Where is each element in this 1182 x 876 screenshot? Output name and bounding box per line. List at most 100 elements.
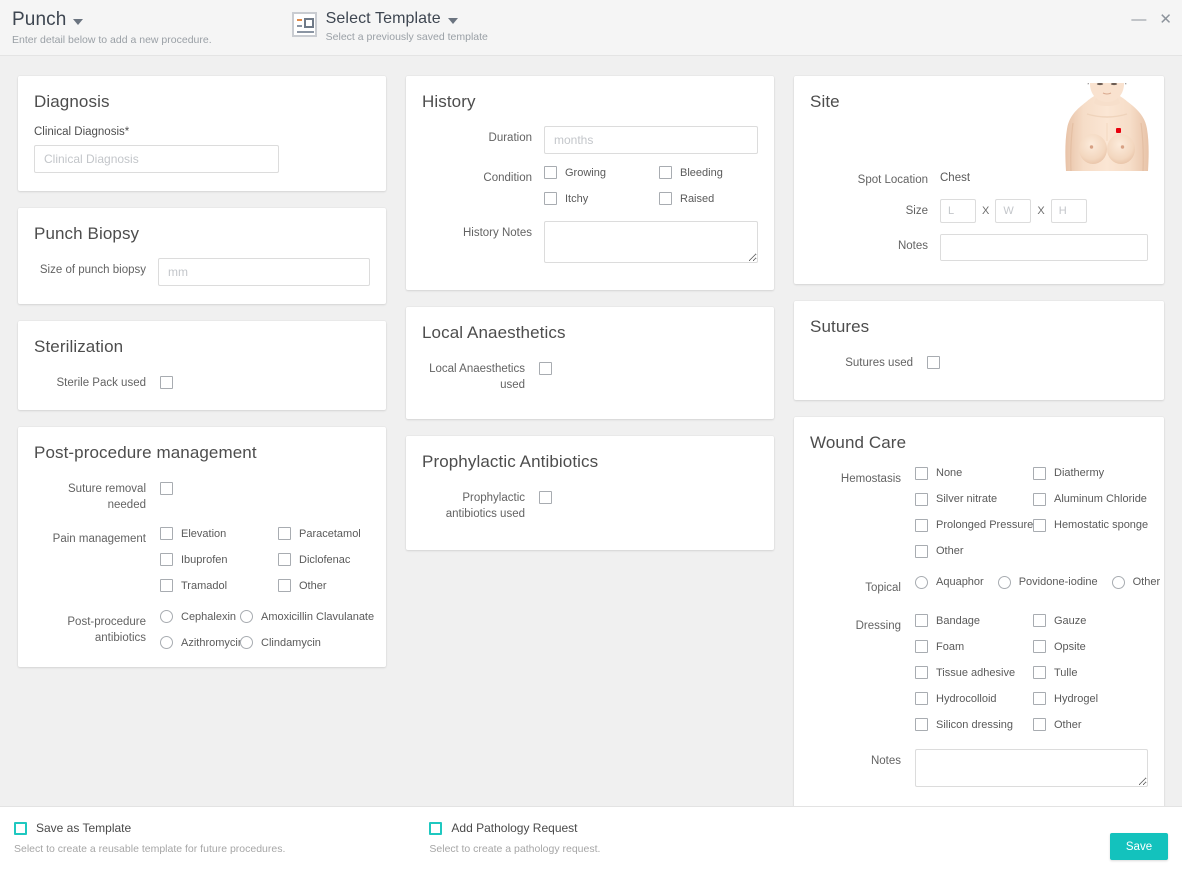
hemostasis-silver-nitrate-checkbox[interactable] [915,492,928,506]
checkbox-option[interactable]: Diclofenac [278,553,370,567]
checkbox-option[interactable]: Hydrogel [1033,692,1148,706]
female-torso-body-map[interactable] [1064,61,1150,172]
checkbox-option[interactable]: Silicon dressing [915,718,1033,732]
dressing-hydrocolloid-checkbox[interactable] [915,692,928,706]
history-notes-textarea[interactable] [544,221,758,263]
radio-option[interactable]: Povidone-iodine [997,575,1098,589]
hemostasis-none-checkbox[interactable] [915,466,928,480]
checkbox-option[interactable]: Tramadol [160,579,278,593]
checkbox-option[interactable]: Prolonged Pressure [915,518,1033,532]
checkbox-option[interactable]: Opsite [1033,640,1148,654]
dressing-foam-checkbox[interactable] [915,640,928,654]
duration-input[interactable] [544,126,758,154]
prophylactic-used-checkbox[interactable] [539,491,552,505]
checkbox-option[interactable]: Growing [544,166,659,179]
pain-paracetamol-checkbox[interactable] [278,527,291,541]
close-icon[interactable]: ✕ [1159,12,1172,27]
antibiotic-cephalexin-radio[interactable] [160,610,173,624]
select-template-label[interactable]: Select Template [326,10,441,28]
spot-marker-icon[interactable] [1116,128,1121,133]
checkbox-option[interactable]: Hemostatic sponge [1033,518,1148,532]
checkbox-option[interactable]: Paracetamol [278,527,370,541]
checkbox-option[interactable]: Other [915,544,1033,558]
radio-option[interactable]: Clindamycin [240,636,374,650]
procedure-title-dropdown[interactable]: Punch [12,9,212,31]
clinical-diagnosis-input[interactable] [34,145,279,173]
dressing-other-checkbox[interactable] [1033,718,1046,732]
checkbox-option[interactable]: Ibuprofen [160,553,278,567]
checkbox-option[interactable]: Other [278,579,370,593]
checkbox-option[interactable]: Tissue adhesive [915,666,1033,680]
hemostasis-aluminum-chloride-checkbox[interactable] [1033,492,1046,506]
checkbox-option[interactable]: Tulle [1033,666,1148,680]
hemostasis-hemostatic-sponge-checkbox[interactable] [1033,518,1046,532]
save-as-template-group: Save as Template Select to create a reus… [14,821,285,855]
topical-povidone-iodine-radio[interactable] [997,575,1011,589]
pain-other-checkbox[interactable] [278,579,291,593]
site-size-width-input[interactable] [995,198,1032,223]
dressing-bandage-checkbox[interactable] [915,614,928,628]
select-template-group[interactable]: Select Template Select a previously save… [291,9,488,43]
site-size-length-input[interactable] [940,198,976,223]
card-title-sutures: Sutures [810,316,870,336]
dressing-opsite-checkbox[interactable] [1033,640,1046,654]
chevron-down-icon[interactable] [73,19,84,25]
checkbox-option[interactable]: Itchy [544,192,659,205]
radio-option[interactable]: Cephalexin [160,610,240,624]
minimize-icon[interactable]: — [1131,12,1146,27]
checkbox-option[interactable]: Diathermy [1033,466,1148,480]
dressing-tulle-checkbox[interactable] [1033,666,1046,680]
dressing-tissue-adhesive-checkbox[interactable] [915,666,928,680]
punch-size-label: Size of punch biopsy [39,264,146,276]
antibiotic-clindamycin-radio[interactable] [240,636,253,650]
pain-diclofenac-checkbox[interactable] [278,553,291,567]
radio-option[interactable]: Other [1111,575,1160,589]
save-as-template-checkbox[interactable] [14,821,27,835]
wound-care-notes-textarea[interactable] [915,749,1148,788]
topical-aquaphor-radio[interactable] [915,575,928,589]
radio-option[interactable]: Aquaphor [915,575,984,589]
hemostasis-other-checkbox[interactable] [915,544,928,558]
punch-size-input[interactable] [158,258,370,286]
checkbox-option[interactable]: Bleeding [659,166,758,179]
dressing-gauze-checkbox[interactable] [1033,614,1046,628]
checkbox-option[interactable]: Elevation [160,527,278,541]
sterile-pack-checkbox[interactable] [160,376,173,390]
topical-other-radio[interactable] [1111,575,1125,589]
dressing-silicon-dressing-checkbox[interactable] [915,718,928,732]
save-as-template-row[interactable]: Save as Template [14,821,285,835]
hemostasis-diathermy-checkbox[interactable] [1033,466,1046,480]
checkbox-option[interactable]: None [915,466,1033,480]
site-size-height-input[interactable] [1050,198,1087,223]
condition-raised-checkbox[interactable] [659,192,672,205]
save-button[interactable]: Save [1110,833,1168,860]
antibiotic-amoxicillin-clavulanate-radio[interactable] [240,610,253,624]
radio-option[interactable]: Azithromycin [160,636,244,650]
site-notes-textarea[interactable] [940,233,1148,261]
pain-tramadol-checkbox[interactable] [160,579,173,593]
pain-elevation-checkbox[interactable] [160,527,173,541]
local-anaesthetics-used-checkbox[interactable] [539,362,552,376]
checkbox-option[interactable]: Hydrocolloid [915,692,1033,706]
checkbox-option[interactable]: Other [1033,718,1148,732]
checkbox-option[interactable]: Silver nitrate [915,492,1033,506]
add-pathology-request-row[interactable]: Add Pathology Request [429,821,600,835]
condition-bleeding-checkbox[interactable] [659,166,672,179]
row-prophylactic-used: Prophylactic antibiotics used [422,486,758,522]
checkbox-option[interactable]: Bandage [915,614,1033,628]
suture-removal-checkbox[interactable] [160,482,173,496]
sutures-used-checkbox[interactable] [927,355,940,369]
condition-growing-checkbox[interactable] [544,166,557,179]
add-pathology-request-checkbox[interactable] [429,821,443,835]
checkbox-option[interactable]: Gauze [1033,614,1148,628]
template-chevron-down-icon[interactable] [447,18,458,24]
checkbox-option[interactable]: Foam [915,640,1033,654]
dressing-hydrogel-checkbox[interactable] [1033,692,1046,706]
radio-option[interactable]: Amoxicillin Clavulanate [240,610,374,624]
hemostasis-prolonged-pressure-checkbox[interactable] [915,518,928,532]
antibiotic-azithromycin-radio[interactable] [160,636,173,650]
pain-ibuprofen-checkbox[interactable] [160,553,173,567]
checkbox-option[interactable]: Aluminum Chloride [1033,492,1148,506]
condition-itchy-checkbox[interactable] [544,192,557,205]
checkbox-option[interactable]: Raised [659,192,758,205]
